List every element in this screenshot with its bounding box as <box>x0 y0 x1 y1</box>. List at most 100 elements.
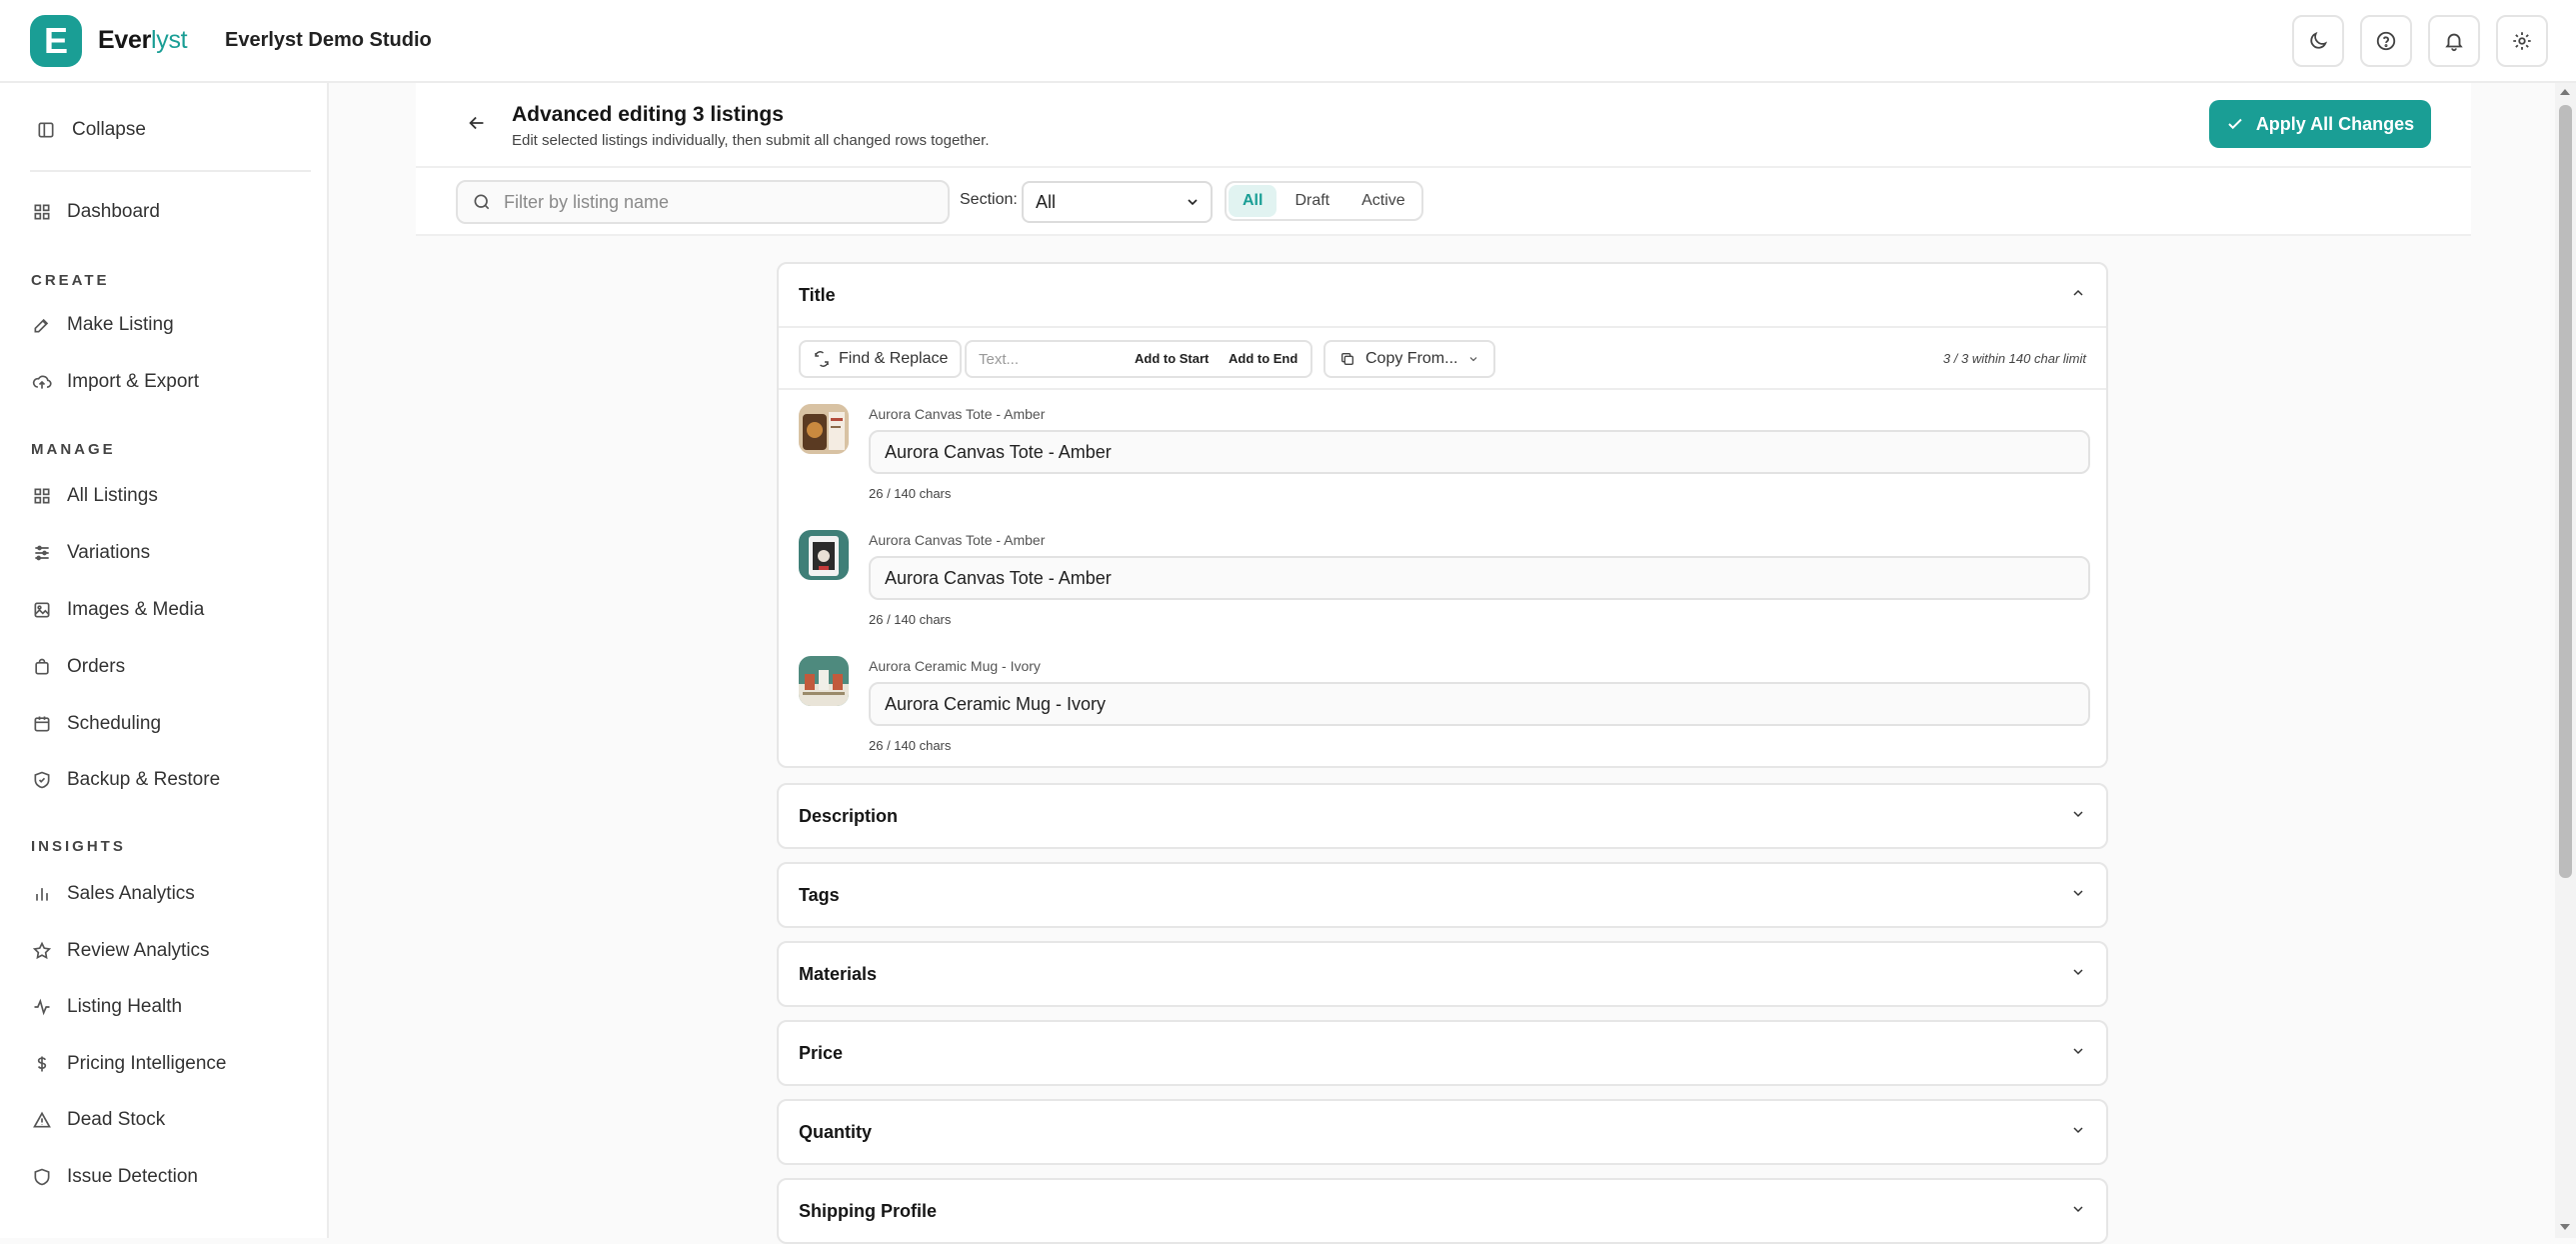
char-count: 26 / 140 chars <box>869 612 952 627</box>
section-select[interactable]: All <box>1022 181 1213 223</box>
add-to-end-button[interactable]: Add to End <box>1229 351 1297 366</box>
section-insights: INSIGHTS <box>31 838 126 855</box>
sidebar-divider <box>30 170 311 172</box>
replace-icon <box>815 351 829 367</box>
check-icon <box>2228 118 2242 130</box>
shield-check-icon <box>34 771 50 789</box>
listing-thumbnail <box>799 404 849 454</box>
settings-button[interactable] <box>2496 15 2548 67</box>
title-card: Title Find & Replace Add to Start Add to… <box>777 262 2108 768</box>
top-bar: E Everlyst Everlyst Demo Studio <box>0 0 2576 83</box>
quantity-card[interactable]: Quantity <box>777 1099 2108 1165</box>
chevron-down-icon <box>2073 1126 2083 1133</box>
sidebar-item-backup-restore[interactable]: Backup & Restore <box>32 769 220 791</box>
scrollbar-thumb[interactable] <box>2559 105 2572 878</box>
grid-icon <box>34 204 50 220</box>
shopping-bag-icon <box>35 658 49 675</box>
sidebar-collapse-icon <box>38 122 54 138</box>
chevron-down-icon <box>1470 357 1477 362</box>
char-limit-status: 3 / 3 within 140 char limit <box>1942 351 2086 366</box>
dollar-icon <box>37 1056 47 1072</box>
sidebar-item-scheduling[interactable]: Scheduling <box>32 713 161 735</box>
copy-from-dropdown[interactable]: Copy From... <box>1323 340 1496 378</box>
back-button[interactable] <box>466 112 488 134</box>
chevron-up-icon <box>2073 289 2083 296</box>
sidebar-item-dashboard[interactable]: Dashboard <box>32 201 160 223</box>
sidebar-item-import-export[interactable]: Import & Export <box>32 371 199 393</box>
moon-icon <box>2310 31 2328 49</box>
sidebar-item-all-listings[interactable]: All Listings <box>32 485 158 507</box>
status-segmented-control: All Draft Active <box>1225 181 1423 221</box>
materials-card[interactable]: Materials <box>777 941 2108 1007</box>
sidebar-item-pricing-intelligence[interactable]: Pricing Intelligence <box>32 1053 226 1075</box>
listing-row: Aurora Ceramic Mug - Ivory 26 / 140 char… <box>779 642 2106 768</box>
shipping-profile-card[interactable]: Shipping Profile <box>777 1178 2108 1244</box>
listing-name: Aurora Ceramic Mug - Ivory <box>869 658 1041 674</box>
bell-icon <box>2445 33 2463 52</box>
image-icon <box>34 602 50 618</box>
chevron-down-icon <box>2073 889 2083 896</box>
title-field <box>869 430 2090 474</box>
listing-thumbnail <box>799 656 849 706</box>
sidebar-item-make-listing[interactable]: Make Listing <box>32 314 174 336</box>
segment-all[interactable]: All <box>1229 185 1278 217</box>
chevron-down-icon <box>2073 968 2083 975</box>
sidebar-item-orders[interactable]: Orders <box>32 656 125 678</box>
chevron-down-icon <box>2073 810 2083 817</box>
segment-active[interactable]: Active <box>1347 185 1419 217</box>
listing-row: Aurora Canvas Tote - Amber 26 / 140 char… <box>779 390 2106 516</box>
price-card[interactable]: Price <box>777 1020 2108 1086</box>
brand-logo-icon[interactable]: E <box>30 15 82 67</box>
shield-icon <box>34 1168 50 1186</box>
sidebar-item-variations[interactable]: Variations <box>32 542 150 564</box>
sliders-icon <box>35 545 49 561</box>
title-field <box>869 556 2090 600</box>
collapse-button[interactable]: Collapse <box>36 119 146 141</box>
page-title: Advanced editing 3 listings <box>512 103 784 126</box>
description-card[interactable]: Description <box>777 783 2108 849</box>
sidebar-item-dead-stock[interactable]: Dead Stock <box>32 1109 165 1131</box>
bar-chart-icon <box>36 888 48 901</box>
notifications-button[interactable] <box>2428 15 2480 67</box>
search-icon <box>474 194 490 210</box>
char-count: 26 / 140 chars <box>869 486 952 501</box>
sidebar-item-images-media[interactable]: Images & Media <box>32 599 204 621</box>
cloud-upload-icon <box>32 375 52 389</box>
edit-icon <box>34 318 49 333</box>
studio-name: Everlyst Demo Studio <box>225 29 432 51</box>
segment-draft[interactable]: Draft <box>1281 185 1343 217</box>
theme-toggle-button[interactable] <box>2292 15 2344 67</box>
scroll-up-arrow-icon[interactable] <box>2560 89 2570 95</box>
chevron-down-icon <box>1188 199 1198 206</box>
tags-card[interactable]: Tags <box>777 862 2108 928</box>
find-replace-button[interactable]: Find & Replace <box>799 340 963 378</box>
chevron-down-icon <box>2073 1205 2083 1212</box>
help-button[interactable] <box>2360 15 2412 67</box>
append-text-input[interactable] <box>979 350 1119 368</box>
title-input[interactable] <box>885 567 2064 589</box>
text-append-group: Add to Start Add to End <box>965 340 1312 378</box>
add-to-start-button[interactable]: Add to Start <box>1135 351 1209 366</box>
title-toolbar: Find & Replace Add to Start Add to End C… <box>779 326 2106 390</box>
activity-icon <box>34 998 50 1016</box>
star-icon <box>32 941 52 960</box>
listing-name: Aurora Canvas Tote - Amber <box>869 532 1046 548</box>
sidebar-item-issue-detection[interactable]: Issue Detection <box>32 1166 198 1188</box>
page-scrollbar[interactable] <box>2555 83 2576 1238</box>
sidebar-item-review-analytics[interactable]: Review Analytics <box>32 940 210 962</box>
section-create: CREATE <box>31 272 110 289</box>
search-input[interactable] <box>504 191 924 213</box>
title-input[interactable] <box>885 693 2064 715</box>
title-input[interactable] <box>885 441 2064 463</box>
chevron-down-icon <box>2073 1047 2083 1054</box>
listing-thumbnail <box>799 530 849 580</box>
title-card-header[interactable]: Title <box>779 264 2106 326</box>
listing-search <box>456 180 950 224</box>
gear-icon <box>2513 32 2531 50</box>
brand-name: Everlyst <box>98 26 188 54</box>
scroll-down-arrow-icon[interactable] <box>2560 1224 2570 1230</box>
char-count: 26 / 140 chars <box>869 738 952 753</box>
sidebar-item-sales-analytics[interactable]: Sales Analytics <box>32 883 195 905</box>
apply-all-changes-button[interactable]: Apply All Changes <box>2209 100 2431 148</box>
sidebar-item-listing-health[interactable]: Listing Health <box>32 996 182 1018</box>
